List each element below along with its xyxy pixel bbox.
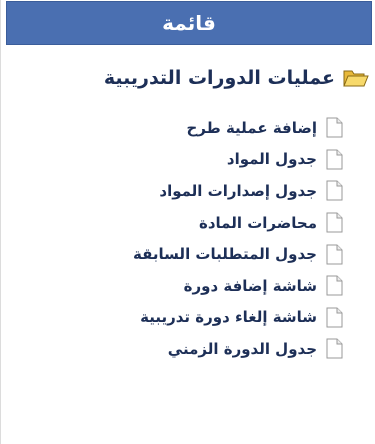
menu-items-list: إضافة عملية طرح جدول المواد جدول إصدارات… (133, 112, 343, 365)
document-icon (326, 338, 343, 359)
folder-open-icon (343, 68, 369, 88)
menu-item-courses-table[interactable]: جدول المواد (133, 144, 343, 176)
menu-item-label: جدول المواد (226, 150, 317, 169)
menu-item-label: شاشة إضافة دورة (183, 276, 317, 295)
document-icon (326, 180, 343, 201)
menu-item-label: جدول الدورة الزمني (167, 339, 317, 358)
menu-item-course-versions[interactable]: جدول إصدارات المواد (133, 175, 343, 207)
menu-header: قائمة (6, 1, 372, 45)
menu-item-label: جدول إصدارات المواد (159, 181, 317, 200)
folder-label: عمليات الدورات التدريبية (103, 67, 335, 89)
menu-title: قائمة (162, 11, 216, 35)
document-icon (326, 307, 343, 328)
menu-item-add-course-screen[interactable]: شاشة إضافة دورة (133, 270, 343, 302)
document-icon (326, 149, 343, 170)
menu-item-label: شاشة إلغاء دورة تدريبية (140, 308, 317, 327)
side-menu: قائمة عمليات الدورات التدريبية إضافة عمل… (0, 0, 375, 444)
menu-item-cancel-course-screen[interactable]: شاشة إلغاء دورة تدريبية (133, 302, 343, 334)
menu-item-course-lectures[interactable]: محاضرات المادة (133, 207, 343, 239)
menu-item-prerequisites[interactable]: جدول المتطلبات السابقة (133, 238, 343, 270)
folder-training-operations[interactable]: عمليات الدورات التدريبية (104, 62, 369, 94)
menu-item-label: إضافة عملية طرح (186, 118, 317, 137)
document-icon (326, 117, 343, 138)
document-icon (326, 212, 343, 233)
document-icon (326, 244, 343, 265)
document-icon (326, 275, 343, 296)
menu-item-add-offering[interactable]: إضافة عملية طرح (133, 112, 343, 144)
menu-item-course-schedule[interactable]: جدول الدورة الزمني (133, 333, 343, 365)
menu-item-label: جدول المتطلبات السابقة (133, 245, 317, 264)
menu-item-label: محاضرات المادة (198, 213, 317, 232)
